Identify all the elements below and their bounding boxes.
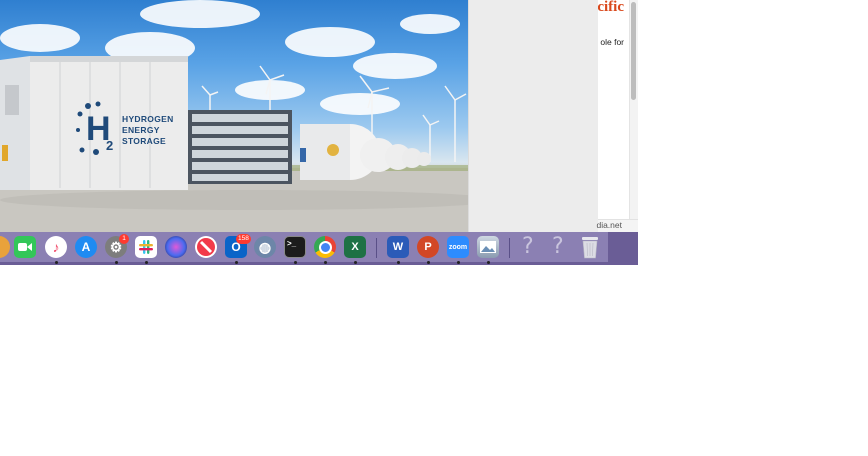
running-indicator	[324, 261, 327, 264]
preview-icon[interactable]	[477, 236, 499, 258]
network-utility-icon[interactable]: ◍	[254, 236, 276, 258]
label-line-1: HYDROGEN	[122, 114, 174, 124]
terminal-icon[interactable]: >_	[284, 236, 306, 258]
hero-illustration	[0, 0, 468, 232]
unknown-app-icon[interactable]: ?	[522, 234, 534, 259]
hydrogen-storage-label: HYDROGEN ENERGY STORAGE	[122, 114, 174, 147]
side-panel	[468, 0, 599, 232]
status-url-bar: dia.net	[596, 219, 638, 233]
slack-icon[interactable]	[135, 236, 157, 258]
running-indicator	[427, 261, 430, 264]
unknown-app-icon[interactable]: ?	[552, 234, 564, 259]
desktop-screen: H 2 HYDROGEN ENERGY STORAGE cific ole fo…	[0, 0, 638, 265]
label-line-3: STORAGE	[122, 136, 166, 146]
status-url: dia.net	[596, 220, 622, 230]
notification-badge: 1	[119, 234, 129, 244]
powerpoint-icon[interactable]: P	[417, 236, 439, 258]
running-indicator	[354, 261, 357, 264]
running-indicator	[397, 261, 400, 264]
running-indicator	[457, 261, 460, 264]
excel-icon[interactable]: X	[344, 236, 366, 258]
chrome-icon[interactable]	[314, 236, 336, 258]
siri-icon[interactable]	[165, 236, 187, 258]
running-indicator	[294, 261, 297, 264]
running-indicator	[55, 261, 58, 264]
running-indicator	[115, 261, 118, 264]
dock-separator	[376, 238, 377, 258]
app-store-icon[interactable]: A	[75, 236, 97, 258]
running-indicator	[487, 261, 490, 264]
running-indicator	[145, 261, 148, 264]
facetime-icon[interactable]	[14, 236, 36, 258]
dock-separator	[509, 238, 510, 258]
running-indicator	[235, 261, 238, 264]
word-icon[interactable]: W	[387, 236, 409, 258]
notification-badge: 158	[236, 234, 251, 244]
label-line-2: ENERGY	[122, 125, 160, 135]
scrollbar-thumb[interactable]	[631, 2, 636, 100]
zoom-icon[interactable]: zoom	[447, 236, 469, 258]
music-icon[interactable]: ♪	[45, 236, 67, 258]
hydrogen-storage-image: H 2 HYDROGEN ENERGY STORAGE	[0, 0, 468, 232]
trash-icon[interactable]	[580, 235, 600, 259]
h2-logo-subscript: 2	[106, 138, 114, 153]
article-title[interactable]: cific	[598, 0, 624, 16]
news-icon[interactable]	[195, 236, 217, 258]
article-snippet: ole for	[600, 37, 624, 47]
